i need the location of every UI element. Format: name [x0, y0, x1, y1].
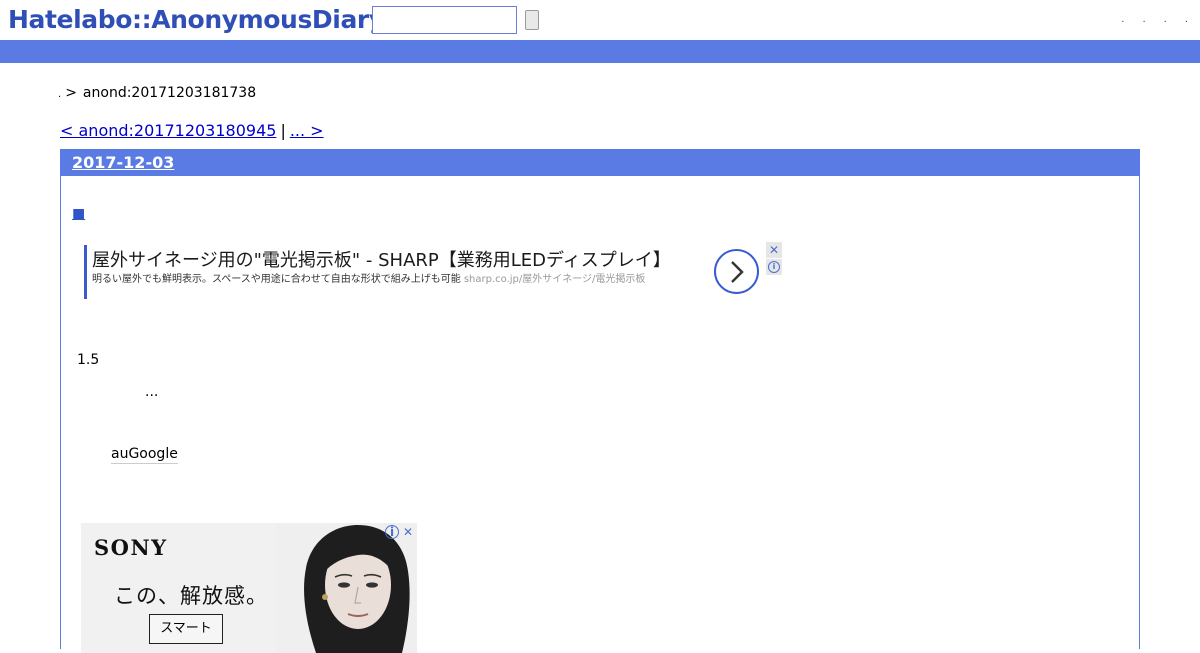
display-ad-info-icon[interactable]: i — [385, 525, 399, 539]
pager-separator: | — [280, 121, 286, 140]
header-links: . . . . — [1121, 10, 1188, 30]
ad-info-icon[interactable]: i — [766, 259, 782, 275]
ad-close-icon[interactable]: ✕ — [766, 242, 782, 258]
entry-text-line: 1.5 — [77, 352, 100, 368]
text-ad-title[interactable]: 屋外サイネージ用の"電光掲示板" - SHARP【業務用LEDディスプレイ】 — [92, 249, 784, 273]
breadcrumb-home-link[interactable]: . — [58, 89, 61, 100]
day-section: 2017-12-03 ■ 屋外サイネージ用の"電光掲示板" - SHARP【業務… — [60, 149, 1140, 653]
display-ad-info-label: i — [385, 525, 399, 539]
entry-keyword-link[interactable]: auGoogle — [111, 445, 178, 464]
section-permalink[interactable]: ■ — [72, 205, 85, 223]
display-ad-photo — [276, 523, 417, 653]
text-ad-description-text: 明るい屋外でも鮮明表示。スペースや用途に合わせて自由な形状で組み上げも可能 — [92, 274, 461, 285]
header-link-1[interactable]: . — [1121, 10, 1124, 30]
display-ad[interactable]: SONY この、解放感。 スマート i ✕ — [81, 523, 417, 653]
breadcrumb: . > anond:20171203181738 — [58, 84, 256, 104]
text-ad[interactable]: 屋外サイネージ用の"電光掲示板" - SHARP【業務用LEDディスプレイ】 明… — [84, 245, 784, 299]
next-entry-link[interactable]: ... > — [290, 121, 324, 140]
header-link-2[interactable]: . — [1142, 10, 1145, 30]
search-button[interactable] — [525, 10, 539, 30]
header-link-3[interactable]: . — [1164, 10, 1167, 30]
prev-entry-link[interactable]: < anond:20171203180945 — [60, 121, 276, 140]
ad-info-label: i — [768, 261, 780, 273]
display-ad-subtext: スマート — [149, 614, 223, 644]
site-header: Hatelabo::AnonymousDiary . . . . — [0, 0, 1200, 40]
text-ad-description: 明るい屋外でも鮮明表示。スペースや用途に合わせて自由な形状で組み上げも可能 sha… — [92, 273, 784, 287]
breadcrumb-current: anond:20171203181738 — [82, 85, 257, 101]
breadcrumb-separator: > — [65, 85, 77, 101]
chevron-right-icon[interactable] — [714, 249, 759, 294]
entry-text-line: ... — [145, 384, 159, 400]
header-bar — [0, 40, 1200, 63]
display-ad-headline: この、解放感。 — [114, 584, 268, 608]
day-header: 2017-12-03 — [61, 150, 1139, 176]
entry-pager: < anond:20171203180945 |... > — [60, 121, 324, 141]
display-ad-close-icon[interactable]: ✕ — [401, 525, 415, 539]
display-ad-brand: SONY — [94, 535, 168, 560]
header-link-4[interactable]: . — [1185, 10, 1188, 30]
display-ad-icons: i ✕ — [385, 525, 415, 539]
text-ad-url[interactable]: sharp.co.jp/屋外サイネージ/電光掲示板 — [464, 274, 646, 285]
day-date-link[interactable]: 2017-12-03 — [72, 153, 174, 172]
site-logo[interactable]: Hatelabo::AnonymousDiary — [8, 4, 385, 36]
search-input[interactable] — [372, 6, 517, 34]
